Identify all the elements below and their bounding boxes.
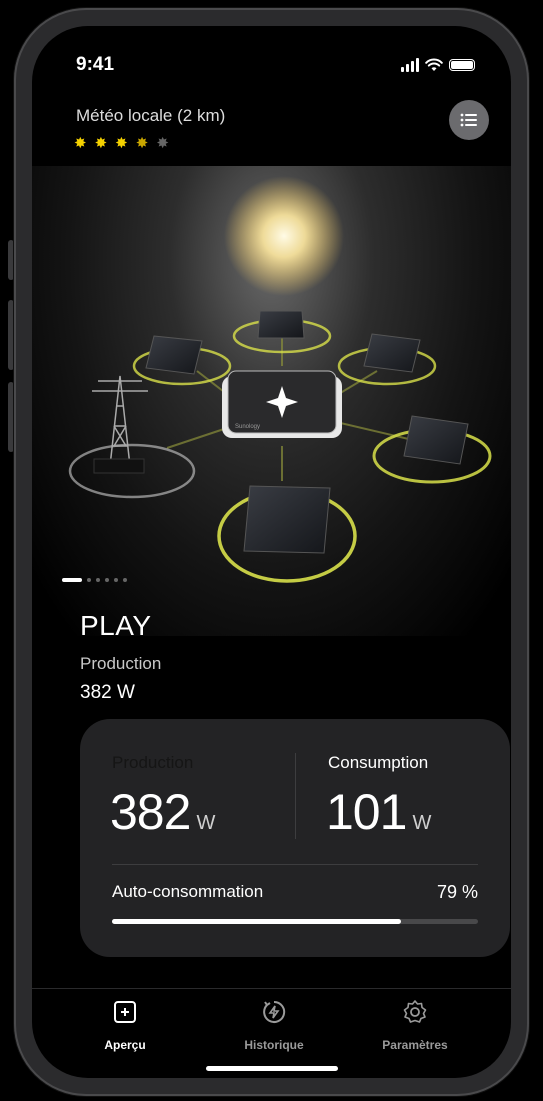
home-indicator[interactable]: [206, 1066, 338, 1071]
production-label: Production: [80, 654, 162, 673]
weather-rating: ✸ ✸ ✸ ✸ ✸: [74, 134, 169, 152]
pagination-dot[interactable]: [105, 578, 109, 582]
gear-icon: [403, 1000, 427, 1023]
consumption-number: 101: [326, 784, 407, 840]
carousel-pagination[interactable]: [62, 578, 127, 582]
cellular-signal-icon: [401, 58, 419, 72]
sun-icon: [224, 176, 344, 296]
self-consumption-progress: [112, 919, 478, 924]
hub-device-icon: Sunology: [222, 370, 342, 438]
production-number: 382: [110, 784, 191, 840]
device-name: PLAY: [80, 610, 152, 641]
hero-illustration: Sunology: [32, 166, 511, 636]
screen: 9:41 Météo locale (2 km) ✸ ✸ ✸ ✸ ✸ Sunol…: [32, 26, 511, 1078]
pagination-dot[interactable]: [123, 578, 127, 582]
tab-label: Aperçu: [104, 1038, 146, 1052]
production-stat-value: 382 W: [110, 783, 215, 841]
phone-frame: 9:41 Météo locale (2 km) ✸ ✸ ✸ ✸ ✸ Sunol…: [14, 8, 529, 1096]
tab-parametres[interactable]: Paramètres: [355, 999, 475, 1052]
bolt-circle-icon: [263, 1000, 286, 1023]
pagination-dot[interactable]: [87, 578, 91, 582]
column-divider: [295, 753, 296, 839]
status-bar: 9:41: [32, 54, 511, 84]
sun-star-icon: ✸: [115, 135, 128, 152]
status-icons: [401, 58, 475, 72]
self-consumption-label: Auto-consommation: [112, 882, 264, 901]
status-time: 9:41: [76, 54, 115, 75]
wifi-icon: [425, 58, 443, 71]
weather-title: Météo locale (2 km): [76, 106, 226, 125]
list-icon: [460, 113, 477, 127]
plus-square-icon: [114, 1001, 136, 1023]
sun-star-icon: ✸: [74, 135, 87, 152]
production-unit: W: [196, 812, 216, 834]
consumption-unit: W: [412, 812, 432, 834]
solar-network-illustration: Sunology: [68, 176, 492, 583]
pagination-dot[interactable]: [96, 578, 100, 582]
battery-icon: [449, 59, 475, 71]
consumption-stat-value: 101 W: [326, 783, 431, 841]
row-divider: [112, 864, 478, 865]
tab-historique[interactable]: Historique: [214, 999, 334, 1052]
pagination-dot-active[interactable]: [62, 578, 82, 582]
tab-bar: Aperçu Historique Paramètres: [32, 988, 511, 1078]
consumption-stat-label: Consumption: [328, 753, 429, 772]
sun-star-empty-icon: ✸: [156, 135, 169, 152]
self-consumption-progress-fill: [112, 919, 402, 924]
sun-star-icon: ✸: [94, 135, 108, 152]
tab-label: Paramètres: [382, 1038, 448, 1052]
power-pylon-icon: [92, 375, 148, 467]
svg-text:Sunology: Sunology: [235, 424, 260, 430]
menu-list-button[interactable]: [449, 100, 489, 140]
tab-apercu[interactable]: Aperçu: [65, 999, 185, 1052]
energy-stats-card: Production 382 W Consumption 101 W Auto-co…: [80, 719, 510, 957]
production-value: 382 W: [80, 682, 135, 703]
sun-star-half-icon: ✸: [135, 135, 149, 152]
production-stat-label: Production: [112, 753, 194, 772]
self-consumption-value: 79 %: [436, 882, 478, 902]
pagination-dot[interactable]: [114, 578, 118, 582]
tab-label: Historique: [244, 1038, 304, 1052]
